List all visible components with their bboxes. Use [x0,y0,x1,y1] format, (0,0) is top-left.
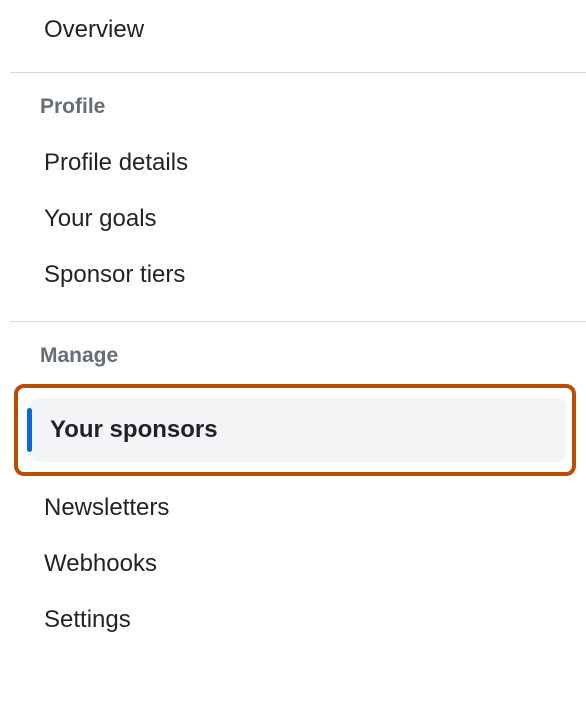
sidebar-item-label: Overview [44,16,144,43]
sidebar-item-sponsor-tiers[interactable]: Sponsor tiers [0,247,586,303]
section-profile-items: Profile details Your goals Sponsor tiers [0,127,586,321]
sidebar-item-profile-details[interactable]: Profile details [0,135,586,191]
sidebar-item-label: Webhooks [44,550,157,577]
sidebar-item-overview[interactable]: Overview [0,0,586,72]
sidebar-item-newsletters[interactable]: Newsletters [0,480,586,536]
sidebar-item-webhooks[interactable]: Webhooks [0,536,586,592]
sidebar-item-label: Newsletters [44,494,169,521]
highlight-frame: Your sponsors [14,384,576,476]
sidebar-item-label: Your sponsors [50,416,218,443]
sidebar-item-label: Sponsor tiers [44,261,185,288]
sidebar-item-label: Your goals [44,205,157,232]
section-header-manage: Manage [0,322,586,376]
sidebar-item-your-goals[interactable]: Your goals [0,191,586,247]
sidebar-item-label: Settings [44,606,131,633]
sidebar-item-settings[interactable]: Settings [0,592,586,648]
sidebar-item-label: Profile details [44,149,188,176]
sidebar-item-your-sponsors[interactable]: Your sponsors [30,398,566,462]
sidebar-nav: Overview Profile Profile details Your go… [0,0,586,648]
section-header-profile: Profile [0,73,586,127]
